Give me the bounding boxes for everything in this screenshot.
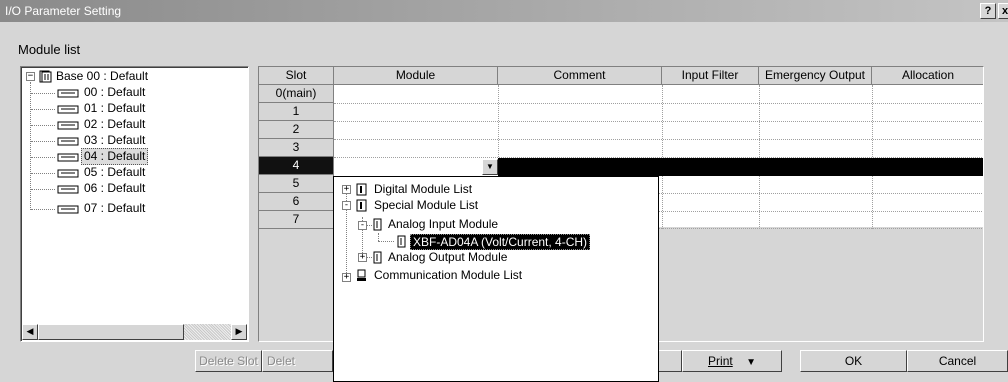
tree-item-label: 07 : Default xyxy=(84,201,146,215)
window-title: I/O Parameter Setting xyxy=(5,4,122,18)
collapse-toggle[interactable]: − xyxy=(26,72,35,81)
grid-row-line xyxy=(334,139,983,140)
col-header-module: Module xyxy=(334,67,498,85)
slot-icon xyxy=(57,105,79,114)
module-list-label: Module list xyxy=(18,42,81,57)
slot-row-header-5[interactable]: 5 xyxy=(259,175,334,193)
slot-row-header-4[interactable]: 4 xyxy=(259,157,334,175)
scroll-right-arrow-icon[interactable]: ▶ xyxy=(231,324,247,340)
col-header-emergency-output: Emergency Output xyxy=(759,67,872,85)
tree-horizontal-scrollbar[interactable]: ◀ ▶ xyxy=(22,324,247,340)
tree-item-label-selected: 04 : Default xyxy=(81,148,149,165)
slot-row-header-1[interactable]: 1 xyxy=(259,103,334,121)
dropdown-item-label: Analog Input Module xyxy=(388,217,499,231)
hidden-button[interactable] xyxy=(658,350,682,372)
tree-item-label: 01 : Default xyxy=(84,101,146,115)
dropdown-item-label: Digital Module List xyxy=(374,182,473,196)
slot-row-header-6[interactable]: 6 xyxy=(259,193,334,211)
slot-row-header-2[interactable]: 2 xyxy=(259,121,334,139)
module-icon xyxy=(373,218,382,231)
scroll-thumb[interactable] xyxy=(38,324,184,340)
tree-item-label: 02 : Default xyxy=(84,117,146,131)
slot-row-header-0[interactable]: 0(main) xyxy=(259,85,334,103)
expand-toggle[interactable]: + xyxy=(358,253,367,262)
selected-row-cells[interactable] xyxy=(498,158,983,176)
tree-item-label: 05 : Default xyxy=(84,165,146,179)
help-button[interactable]: ? xyxy=(980,3,996,19)
module-icon xyxy=(373,251,382,264)
grid-col-line xyxy=(872,85,873,229)
slot-row-header-3[interactable]: 3 xyxy=(259,139,334,157)
slot-icon xyxy=(57,89,79,98)
slot-icon xyxy=(57,153,79,162)
slot-icon xyxy=(57,205,79,214)
tree-root-label[interactable]: Base 00 : Default xyxy=(54,69,150,84)
grid-col-line xyxy=(662,85,663,229)
dropdown-connector xyxy=(346,185,347,277)
grid-row-line xyxy=(334,121,983,122)
tree-item-label: 06 : Default xyxy=(84,181,146,195)
module-icon xyxy=(397,235,406,248)
col-header-input-filter: Input Filter xyxy=(662,67,759,85)
scroll-track[interactable] xyxy=(184,324,231,340)
close-button[interactable]: x xyxy=(998,3,1008,19)
base-icon xyxy=(39,70,52,83)
collapse-toggle[interactable]: - xyxy=(342,201,351,210)
slot-icon xyxy=(57,169,79,178)
cancel-button[interactable]: Cancel xyxy=(907,350,1008,372)
title-bar: I/O Parameter Setting ? x xyxy=(0,0,1008,22)
dropdown-item-label-selected: XBF-AD04A (Volt/Current, 4-CH) xyxy=(410,234,591,250)
tree-item-label: 00 : Default xyxy=(84,85,146,99)
grid-col-line xyxy=(759,85,760,229)
col-header-slot: Slot xyxy=(259,67,334,85)
col-header-comment: Comment xyxy=(498,67,662,85)
dropdown-item-label: Analog Output Module xyxy=(388,250,508,264)
slot-icon xyxy=(57,137,79,146)
dropdown-connector xyxy=(378,233,379,241)
delete-all-button[interactable]: Delet xyxy=(262,350,333,372)
communication-icon xyxy=(357,269,366,281)
module-group-icon xyxy=(356,183,367,196)
expand-toggle[interactable]: + xyxy=(342,273,351,282)
slot-row-header-7[interactable]: 7 xyxy=(259,211,334,229)
base-tree-panel[interactable]: − Base 00 : Default 00 : Default 01 : De… xyxy=(20,66,249,342)
module-group-icon xyxy=(356,199,367,212)
scroll-left-arrow-icon[interactable]: ◀ xyxy=(22,324,38,340)
collapse-toggle[interactable]: - xyxy=(358,221,367,230)
print-dropdown-arrow-icon: ▼ xyxy=(746,357,756,368)
slot-icon xyxy=(57,185,79,194)
dropdown-item-label: Communication Module List xyxy=(374,268,523,282)
tree-connector xyxy=(30,82,31,210)
ok-button[interactable]: OK xyxy=(800,350,907,372)
slot-icon xyxy=(57,121,79,130)
module-combo-box[interactable]: ▼ xyxy=(334,159,498,176)
dropdown-item-label: Special Module List xyxy=(374,198,479,212)
tree-item-label: 03 : Default xyxy=(84,133,146,147)
grid-row-line xyxy=(334,103,983,104)
module-dropdown-list[interactable]: + Digital Module List - Special Module L… xyxy=(333,176,659,382)
print-button[interactable]: Print ▼ xyxy=(682,350,782,372)
chevron-down-icon[interactable]: ▼ xyxy=(482,159,498,175)
dropdown-connector xyxy=(378,241,394,242)
delete-slot-button[interactable]: Delete Slot xyxy=(195,350,262,372)
expand-toggle[interactable]: + xyxy=(342,185,351,194)
col-header-allocation: Allocation xyxy=(872,67,983,85)
print-label: Print xyxy=(708,354,733,368)
